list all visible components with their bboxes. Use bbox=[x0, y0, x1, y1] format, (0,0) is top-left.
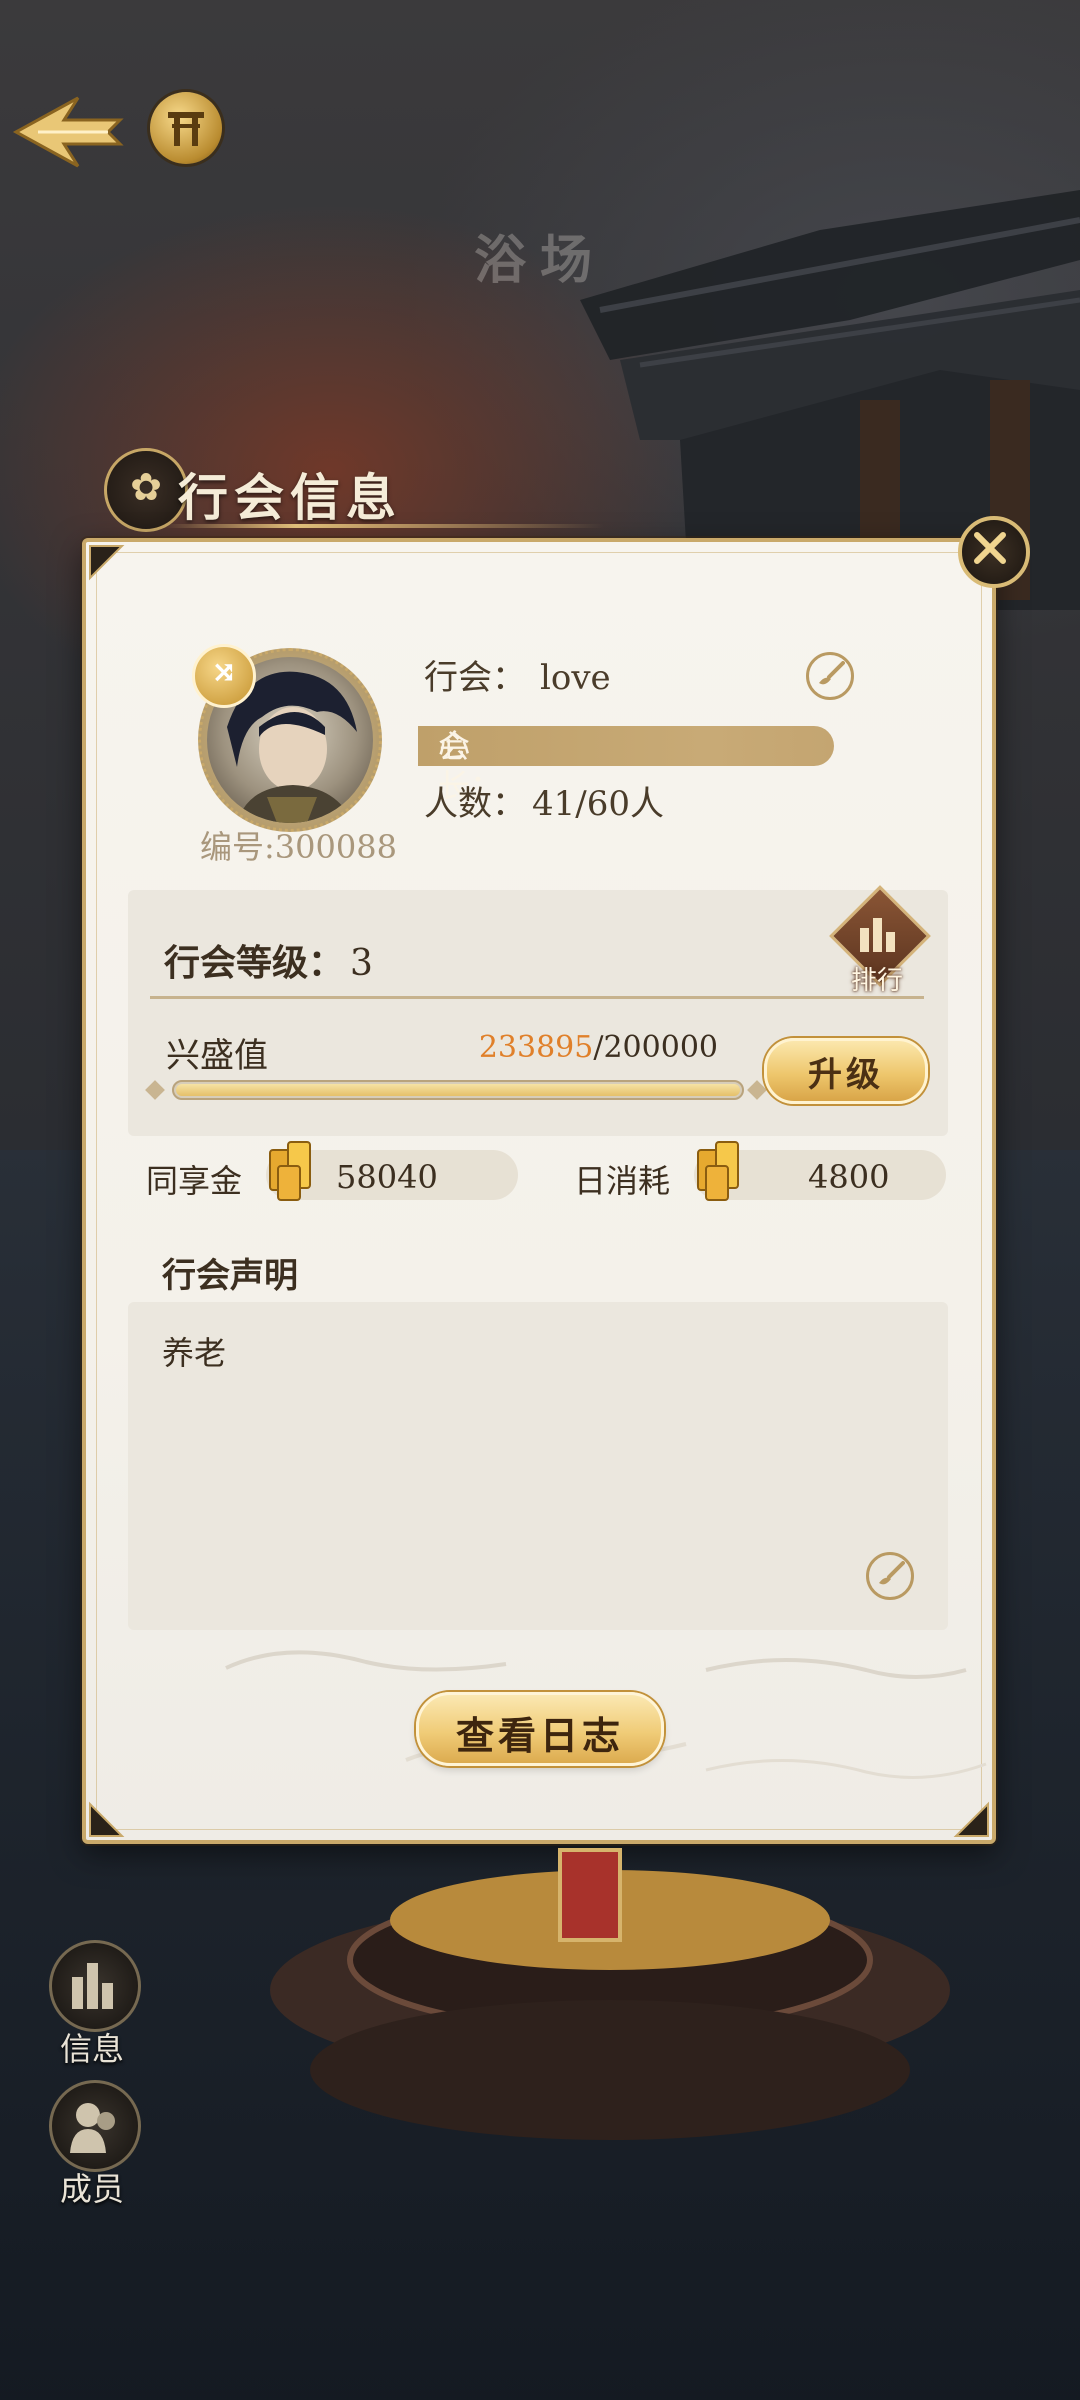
member-count-value: 41/60人 bbox=[532, 784, 664, 824]
guild-id: 编号:300088 bbox=[200, 822, 397, 868]
guild-level-value: 3 bbox=[350, 943, 373, 984]
edit-guild-name-button[interactable] bbox=[806, 652, 854, 700]
prosperity-progress-bar bbox=[172, 1080, 744, 1100]
members-icon bbox=[70, 2103, 115, 2153]
ranking-label: 排行 bbox=[850, 966, 903, 996]
view-log-button[interactable]: 查看日志 bbox=[416, 1692, 664, 1766]
daily-cost-pill: 4800 bbox=[694, 1141, 946, 1201]
edit-declaration-button[interactable] bbox=[866, 1552, 914, 1600]
home-button[interactable] bbox=[150, 92, 222, 164]
view-log-label: 查看日志 bbox=[455, 1713, 624, 1758]
guild-name-value: love bbox=[540, 658, 611, 698]
member-count-row: 人数： 41/60人 bbox=[424, 776, 664, 825]
corner-ornament bbox=[86, 542, 126, 582]
ranking-button[interactable]: 排行 bbox=[829, 885, 931, 996]
daily-cost-label: 日消耗 bbox=[574, 1162, 671, 1200]
guild-level: 行会等级： 3 bbox=[164, 934, 373, 986]
prosperity-progress-fill bbox=[176, 1084, 740, 1096]
gold-ingot-icon bbox=[697, 1141, 739, 1201]
side-nav-info[interactable]: 信息 bbox=[44, 1940, 141, 2070]
side-nav-members[interactable]: 成员 bbox=[44, 2080, 141, 2210]
declaration-text: 养老 bbox=[162, 1334, 227, 1372]
close-button[interactable] bbox=[958, 516, 1030, 588]
panel-title: 行会信息 bbox=[178, 468, 402, 527]
prosperity-label: 兴盛值 bbox=[166, 1036, 268, 1076]
side-nav-members-circle bbox=[49, 2080, 141, 2172]
daily-cost-value: 4800 bbox=[808, 1158, 890, 1196]
guild-name-row: 行会： love bbox=[424, 650, 611, 699]
close-icon bbox=[974, 532, 1006, 564]
progress-right-ornament bbox=[747, 1080, 767, 1100]
panel-heading: ✿ 行会信息 bbox=[104, 446, 604, 536]
shared-gold-label: 同享金 bbox=[146, 1162, 243, 1200]
progress-left-ornament bbox=[145, 1080, 165, 1100]
guild-level-card: 行会等级： 3 排行 兴盛值 233895/200000 升级 bbox=[128, 885, 948, 1136]
declaration-title: 行会声明 bbox=[162, 1256, 298, 1296]
gold-ingot-icon bbox=[269, 1141, 311, 1201]
brush-edit-icon bbox=[819, 661, 845, 685]
ranking-bars-icon bbox=[860, 918, 895, 952]
heading-underline bbox=[164, 524, 604, 528]
corner-ornament bbox=[86, 1800, 126, 1840]
corner-ornament bbox=[952, 1800, 992, 1840]
back-button[interactable] bbox=[8, 90, 126, 174]
brush-edit-icon bbox=[879, 1561, 905, 1585]
scene-title: 浴场 bbox=[473, 230, 606, 291]
member-count-label: 人数： bbox=[424, 784, 526, 824]
info-bars-icon bbox=[72, 1963, 113, 2009]
guild-name-label: 行会： bbox=[424, 658, 526, 698]
prosperity-value: 233895/200000 bbox=[479, 1030, 718, 1065]
upgrade-button[interactable]: 升级 bbox=[764, 1038, 928, 1104]
change-avatar-button[interactable]: ⤨ bbox=[192, 644, 256, 708]
level-divider bbox=[150, 996, 924, 999]
prosperity-current: 233895 bbox=[478, 1030, 594, 1065]
guild-level-label: 行会等级： bbox=[164, 942, 345, 984]
treasure-bowl-illustration bbox=[270, 1848, 950, 2140]
guild-id-value: 300088 bbox=[274, 828, 397, 866]
prosperity-separator: / bbox=[593, 1030, 604, 1065]
leader-bar: 会长：心 bbox=[418, 726, 834, 805]
shared-gold-value: 58040 bbox=[336, 1158, 438, 1196]
side-nav-info-circle bbox=[49, 1940, 141, 2032]
leader-value: 心 bbox=[438, 727, 471, 765]
declaration-box: 养老 bbox=[128, 1302, 948, 1630]
gate-icon bbox=[168, 112, 204, 146]
swap-icon: ⤨ bbox=[211, 655, 237, 690]
shared-gold-pill: 58040 bbox=[266, 1141, 518, 1201]
guild-emblem-icon: ✿ bbox=[104, 448, 188, 532]
guild-id-label: 编号: bbox=[200, 828, 275, 866]
prosperity-max: 200000 bbox=[603, 1030, 718, 1065]
upgrade-label: 升级 bbox=[808, 1055, 884, 1095]
back-arrow-icon bbox=[12, 96, 124, 168]
